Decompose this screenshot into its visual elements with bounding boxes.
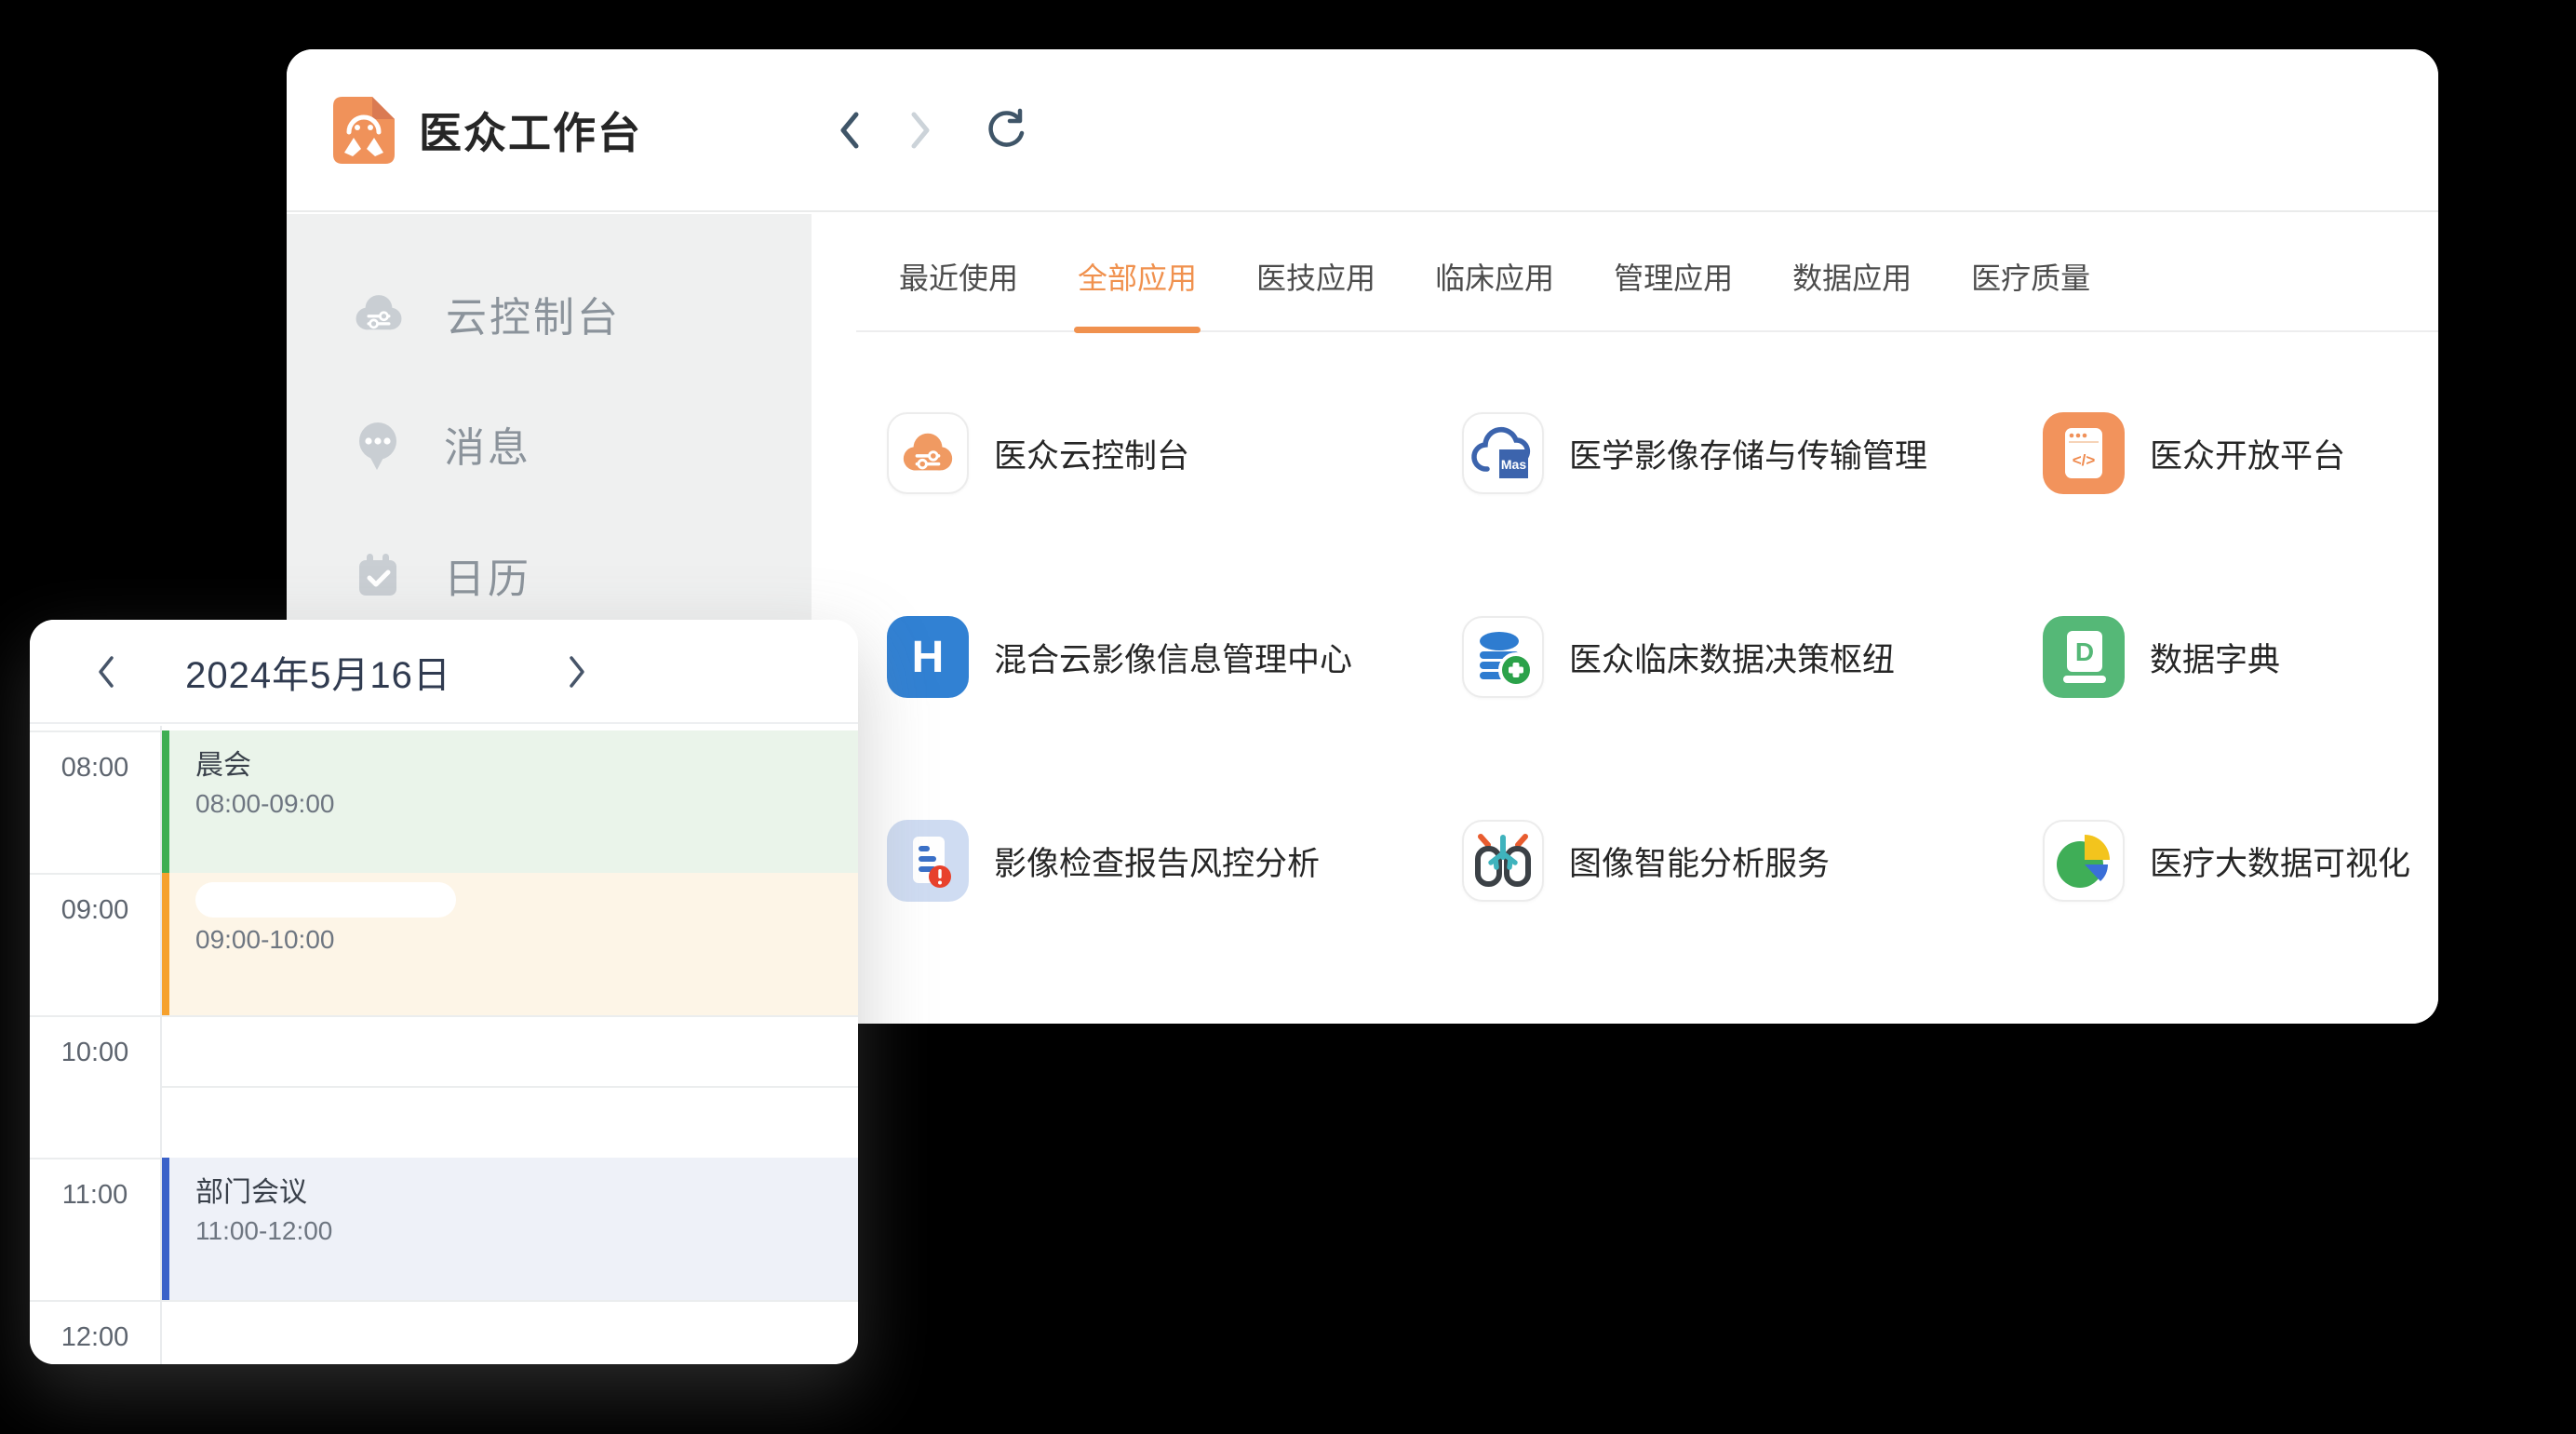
tab-label: 管理应用: [1614, 261, 1733, 295]
app-label: 图像智能分析服务: [1569, 838, 1830, 885]
apps-grid: 医众云控制台 Mas 医学影像存储与传输管理: [887, 387, 2420, 998]
refresh-icon[interactable]: [983, 108, 1026, 153]
time-label: 11:00: [30, 1180, 160, 1211]
nav-controls: [838, 49, 1080, 212]
svg-text:Mas: Mas: [1501, 457, 1526, 472]
app-label: 医众开放平台: [2150, 430, 2345, 477]
tab-clinical-apps[interactable]: 临床应用: [1435, 255, 1554, 302]
svg-text:D: D: [2075, 637, 2094, 666]
event-time: 09:00-10:00: [195, 925, 858, 955]
tab-medtech-apps[interactable]: 医技应用: [1256, 255, 1375, 302]
message-bubble-icon: [352, 417, 404, 471]
app-logo-icon: [333, 97, 395, 164]
clinical-data-hub-icon: [1462, 616, 1544, 698]
app-label: 医众云控制台: [994, 430, 1189, 477]
calendar-date: 2024年5月16日: [169, 620, 467, 724]
sidebar-item-cloud-console[interactable]: 云控制台: [352, 288, 621, 340]
calendar-next-day-icon[interactable]: [568, 655, 586, 689]
tab-label: 数据应用: [1792, 261, 1912, 295]
event-title-redacted-pill: [195, 882, 456, 918]
tab-quality[interactable]: 医疗质量: [1971, 255, 2090, 302]
tab-label: 最近使用: [899, 261, 1018, 295]
sidebar-item-label: 云控制台: [446, 284, 621, 343]
medical-bigdata-visualization-icon: [2043, 820, 2125, 902]
forward-icon[interactable]: [908, 110, 932, 151]
app-medical-image-storage[interactable]: Mas 医学影像存储与传输管理: [1462, 412, 2043, 494]
app-title: 医众工作台: [419, 100, 642, 161]
app-label: 影像检查报告风控分析: [994, 838, 1320, 885]
event-time: 11:00-12:00: [195, 1216, 858, 1246]
app-label: 医学影像存储与传输管理: [1569, 430, 1927, 477]
image-ai-analysis-icon: [1462, 820, 1544, 902]
sidebar-item-calendar[interactable]: 日历: [352, 549, 531, 601]
tab-all-apps[interactable]: 全部应用: [1078, 255, 1197, 302]
tab-label: 临床应用: [1435, 261, 1554, 295]
sidebar-item-messages[interactable]: 消息: [352, 418, 531, 470]
sidebar-item-label: 消息: [444, 414, 531, 474]
back-icon[interactable]: [838, 110, 862, 151]
data-dictionary-icon: D: [2043, 616, 2125, 698]
cloud-settings-icon: [352, 287, 406, 341]
app-cloud-console[interactable]: 医众云控制台: [887, 412, 1462, 494]
app-hybrid-cloud-imaging[interactable]: H 混合云影像信息管理中心: [887, 616, 1462, 698]
half-hour-line: [162, 1086, 858, 1088]
h-glyph: H: [912, 632, 945, 683]
app-label: 混合云影像信息管理中心: [994, 634, 1352, 681]
tab-label: 医疗质量: [1971, 261, 2090, 295]
app-label: 医众临床数据决策枢纽: [1569, 634, 1895, 681]
time-label: 08:00: [30, 753, 160, 784]
time-label: 10:00: [30, 1038, 160, 1068]
tab-bar: 最近使用 全部应用 医技应用 临床应用 管理应用 数据应用 医疗质量: [856, 214, 2438, 332]
calendar-day-view: 08:00 09:00 10:00 11:00 12:00 晨会 08:00-0…: [30, 726, 858, 1364]
main-content: 最近使用 全部应用 医技应用 临床应用 管理应用 数据应用 医疗质量: [812, 214, 2438, 1024]
tab-label: 全部应用: [1078, 261, 1197, 295]
cloud-console-icon: [887, 412, 969, 494]
calendar-event-redacted[interactable]: 09:00-10:00: [162, 873, 858, 1015]
time-label: 09:00: [30, 895, 160, 926]
app-image-ai-analysis[interactable]: 图像智能分析服务: [1462, 820, 2043, 902]
app-data-dictionary[interactable]: D 数据字典: [2043, 616, 2420, 698]
event-title: 部门会议: [195, 1169, 858, 1210]
tab-recent[interactable]: 最近使用: [899, 255, 1018, 302]
calendar-header: 2024年5月16日: [30, 620, 858, 724]
sidebar-item-label: 日历: [444, 545, 531, 605]
medical-image-storage-icon: Mas: [1462, 412, 1544, 494]
app-label: 医疗大数据可视化: [2150, 838, 2410, 885]
app-clinical-data-hub[interactable]: 医众临床数据决策枢纽: [1462, 616, 2043, 698]
tab-admin-apps[interactable]: 管理应用: [1614, 255, 1733, 302]
event-time: 08:00-09:00: [195, 789, 858, 819]
app-open-platform[interactable]: </> 医众开放平台: [2043, 412, 2420, 494]
app-label: 数据字典: [2150, 634, 2280, 681]
calendar-prev-day-icon[interactable]: [97, 655, 115, 689]
event-title: 晨会: [195, 742, 858, 783]
tab-label: 医技应用: [1256, 261, 1375, 295]
calendar-event-morning-meeting[interactable]: 晨会 08:00-09:00: [162, 730, 858, 873]
hour-line: [30, 1300, 858, 1302]
svg-text:</>: </>: [2073, 451, 2096, 469]
hour-line: [30, 1015, 858, 1017]
app-report-risk-analysis[interactable]: 影像检查报告风控分析: [887, 820, 1462, 902]
hybrid-cloud-imaging-icon: H: [887, 616, 969, 698]
calendar-event-department-meeting[interactable]: 部门会议 11:00-12:00: [162, 1158, 858, 1300]
desktop-background: 医众工作台: [0, 0, 2576, 1434]
app-bigdata-visualization[interactable]: 医疗大数据可视化: [2043, 820, 2420, 902]
window-header: 医众工作台: [287, 49, 2438, 212]
tab-data-apps[interactable]: 数据应用: [1792, 255, 1912, 302]
calendar-check-icon: [352, 549, 404, 601]
open-platform-icon: </>: [2043, 412, 2125, 494]
calendar-panel: 2024年5月16日 08:00 09:00 10:00 11:00 12:00: [30, 620, 858, 1364]
time-label: 12:00: [30, 1322, 160, 1353]
report-risk-analysis-icon: [887, 820, 969, 902]
